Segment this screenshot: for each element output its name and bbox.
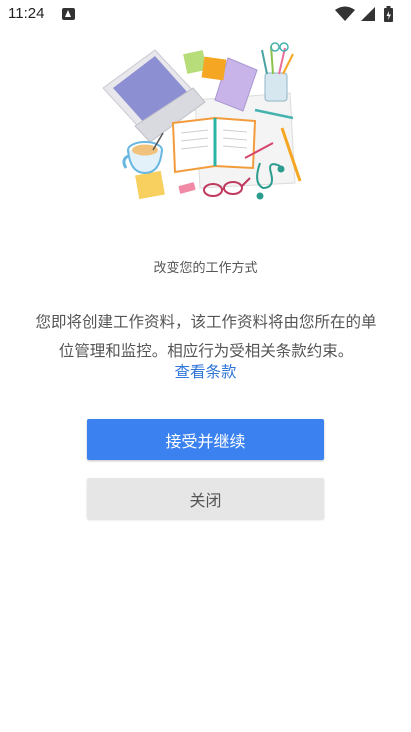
status-bar: 11:24 bbox=[0, 0, 411, 28]
battery-icon bbox=[384, 6, 393, 22]
status-icons bbox=[335, 6, 393, 22]
accept-and-continue-button[interactable]: 接受并继续 bbox=[87, 419, 324, 460]
signal-icon bbox=[361, 7, 375, 21]
wifi-icon bbox=[335, 6, 355, 21]
status-time: 11:24 bbox=[8, 5, 45, 22]
page-subtitle: 改变您的工作方式 bbox=[153, 261, 258, 276]
workspace-illustration bbox=[102, 42, 302, 200]
description-text: 您即将创建工作资料，该工作资料将由您所在的单位管理和监控。相应行为受相关条款约束… bbox=[35, 313, 377, 360]
close-button[interactable]: 关闭 bbox=[87, 478, 324, 519]
view-terms-link[interactable]: 查看条款 bbox=[0, 360, 411, 382]
app-notification-icon bbox=[62, 8, 75, 20]
